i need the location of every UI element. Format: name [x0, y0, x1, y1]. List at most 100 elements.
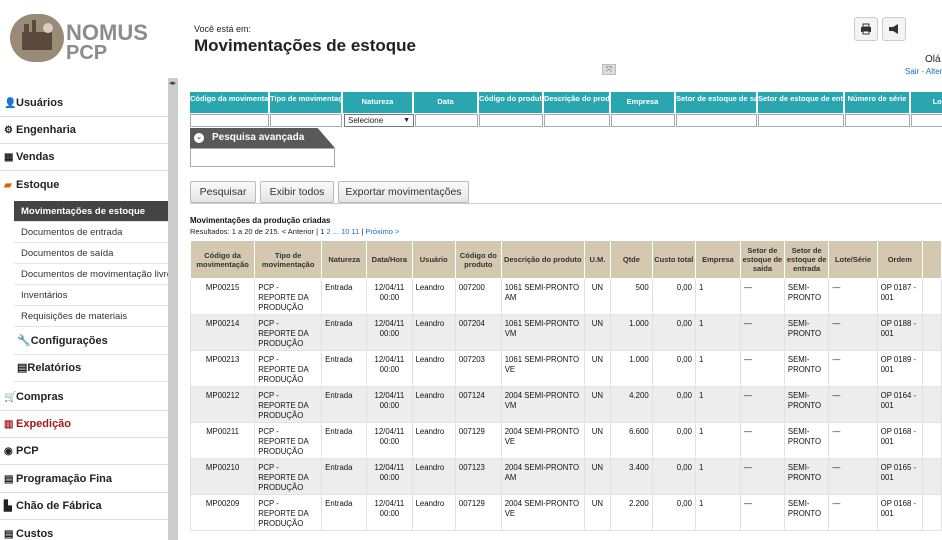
column-header[interactable]: Descrição do produto [500, 240, 585, 279]
page-links[interactable]: 2 ... 10 11 [326, 227, 359, 236]
sidebar-sub-documentos-entrada[interactable]: Documentos de entrada [14, 222, 168, 243]
column-header[interactable]: Usuário [411, 240, 456, 279]
column-header[interactable]: Custo total [651, 240, 696, 279]
table-cell: 12/04/11 00:00 [366, 278, 413, 315]
table-cell [921, 494, 942, 531]
column-header[interactable]: Código da movimentação [189, 240, 256, 279]
table-cell: OP 0165 - 001 [876, 458, 923, 495]
sidebar-sub-documentos-livre[interactable]: Documentos de movimentação livre [14, 264, 168, 285]
sidebar-sub-relatorios[interactable]: ▤Relatórios [14, 355, 168, 382]
table-row[interactable]: MP00213 PCP - REPORTE DA PRODUÇÃO Entrada 1… [189, 350, 942, 387]
sidebar-sub-movimentacoes[interactable]: Movimentações de estoque [14, 201, 168, 222]
megaphone-icon [888, 24, 900, 38]
next-page-link[interactable]: Próximo > [365, 227, 399, 236]
table-cell: 1061 SEMI-PRONTO AM [500, 278, 585, 315]
filter-header-codigo: Código da movimentação [190, 92, 269, 113]
filter-input-setor-saida[interactable] [676, 114, 757, 127]
table-cell: SEMI-PRONTO [783, 278, 830, 315]
table-cell: UN [583, 386, 612, 423]
table-cell: — [828, 422, 878, 459]
table-row[interactable]: MP00214 PCP - REPORTE DA PRODUÇÃO Entrada 1… [189, 314, 942, 351]
table-cell: 0,00 [651, 386, 696, 423]
barcode-icon: ▥ [4, 419, 14, 430]
table-cell: — [828, 278, 878, 315]
table-cell: OP 0187 - 001 [876, 278, 923, 315]
table-cell: — [739, 422, 785, 459]
column-header[interactable]: Natureza [321, 240, 368, 279]
filter-input-codigo[interactable] [190, 114, 269, 127]
advanced-search-toggle[interactable]: Pesquisa avançada [190, 128, 335, 148]
table-row[interactable]: MP00210 PCP - REPORTE DA PRODUÇÃO Entrada 1… [189, 458, 942, 495]
filter-input-empresa[interactable] [611, 114, 675, 127]
table-cell: 12/04/11 00:00 [366, 386, 413, 423]
filter-input-setor-entrada[interactable] [758, 114, 844, 127]
filter-select-natureza[interactable]: Selecione ▼ [344, 114, 414, 127]
filter-header-descricao: Descrição do produto [544, 92, 610, 113]
gear-icon: ⚙ [4, 125, 13, 136]
table-cell: 007129 [454, 422, 502, 459]
table-cell: Leandro [411, 422, 456, 459]
sidebar-sub-configuracoes[interactable]: 🔧Configurações [14, 328, 168, 355]
column-header[interactable]: Data/Hora [366, 240, 413, 279]
table-cell: 500 [610, 278, 653, 315]
logout-links[interactable]: Sair - Alter [905, 67, 942, 76]
column-header[interactable]: Ordem [876, 240, 923, 279]
sidebar-item-usuarios[interactable]: 👤Usuários [0, 90, 168, 117]
table-row[interactable]: MP00212 PCP - REPORTE DA PRODUÇÃO Entrada 1… [189, 386, 942, 423]
export-button[interactable]: Exportar movimentações [338, 181, 469, 203]
filter-input-lote[interactable] [911, 114, 942, 127]
filter-input-numero-serie[interactable] [845, 114, 910, 127]
sidebar-item-expedicao[interactable]: ▥ Expedição [0, 411, 168, 438]
column-header[interactable]: Qtde [610, 240, 653, 279]
filter-header-lote: Lote [911, 92, 942, 113]
column-header[interactable]: Setor de estoque de entrada [783, 240, 830, 279]
sidebar-item-custos[interactable]: ▤ Custos [0, 521, 168, 540]
filter-input-data[interactable] [415, 114, 478, 127]
page-current: 1 [320, 227, 325, 236]
table-cell: PCP - REPORTE DA PRODUÇÃO [254, 458, 323, 495]
table-cell [921, 278, 942, 315]
table-cell: 1 [694, 278, 741, 315]
sidebar-sub-documentos-saida[interactable]: Documentos de saída [14, 243, 168, 264]
column-header[interactable] [921, 240, 942, 279]
table-cell: 1 [694, 350, 741, 387]
filter-input-tipo[interactable] [270, 114, 342, 127]
table-cell: 007204 [454, 314, 502, 351]
column-header[interactable]: U.M. [583, 240, 612, 279]
sidebar-item-programacao-fina[interactable]: ▤ Programação Fina [0, 466, 168, 493]
print-button[interactable] [854, 17, 878, 41]
column-header[interactable]: Setor de estoque de saída [739, 240, 785, 279]
column-header[interactable]: Empresa [694, 240, 741, 279]
sidebar-item-vendas[interactable]: ▦ Vendas [0, 144, 168, 171]
sidebar-item-compras[interactable]: 🛒Compras [0, 384, 168, 411]
collapse-sidebar-icon[interactable]: ◂▸ [169, 79, 177, 88]
column-header[interactable]: Código do produto [454, 240, 502, 279]
table-cell: 0,00 [651, 314, 696, 351]
table-row[interactable]: MP00209 PCP - REPORTE DA PRODUÇÃO Entrada 1… [189, 494, 942, 531]
sidebar-item-pcp[interactable]: ◉ PCP [0, 438, 168, 465]
grid-icon: ▦ [4, 152, 14, 163]
column-header[interactable]: Tipo de movimentação [254, 240, 323, 279]
table-cell [921, 386, 942, 423]
sidebar-sub-inventarios[interactable]: Inventários [14, 285, 168, 306]
table-row[interactable]: MP00211 PCP - REPORTE DA PRODUÇÃO Entrada 1… [189, 422, 942, 459]
nomus-logo[interactable]: NOMUS PCP [10, 14, 148, 64]
sidebar-item-estoque[interactable]: ▰ Estoque [0, 172, 168, 199]
table-row[interactable]: MP00215 PCP - REPORTE DA PRODUÇÃO Entrada 1… [189, 278, 942, 315]
chevron-down-icon: ⌄ [194, 133, 204, 143]
filter-input-descricao[interactable] [544, 114, 610, 127]
table-cell: UN [583, 278, 612, 315]
search-button[interactable]: Pesquisar [190, 181, 256, 203]
sidebar-item-chao-de-fabrica[interactable]: ▙ Chão de Fábrica [0, 493, 168, 520]
table-cell: 12/04/11 00:00 [366, 422, 413, 459]
table-cell: Entrada [321, 494, 368, 531]
collapse-header-button[interactable]: ⤧ [602, 64, 616, 75]
sidebar-splitter[interactable] [168, 78, 178, 540]
filter-input-codigo-produto[interactable] [479, 114, 543, 127]
announcements-button[interactable] [882, 17, 906, 41]
column-header[interactable]: Lote/Série [828, 240, 878, 279]
table-cell: OP 0188 - 001 [876, 314, 923, 351]
sidebar-item-engenharia[interactable]: ⚙ Engenharia [0, 117, 168, 144]
sidebar-sub-requisicoes[interactable]: Requisições de materiais [14, 306, 168, 327]
show-all-button[interactable]: Exibir todos [260, 181, 334, 203]
